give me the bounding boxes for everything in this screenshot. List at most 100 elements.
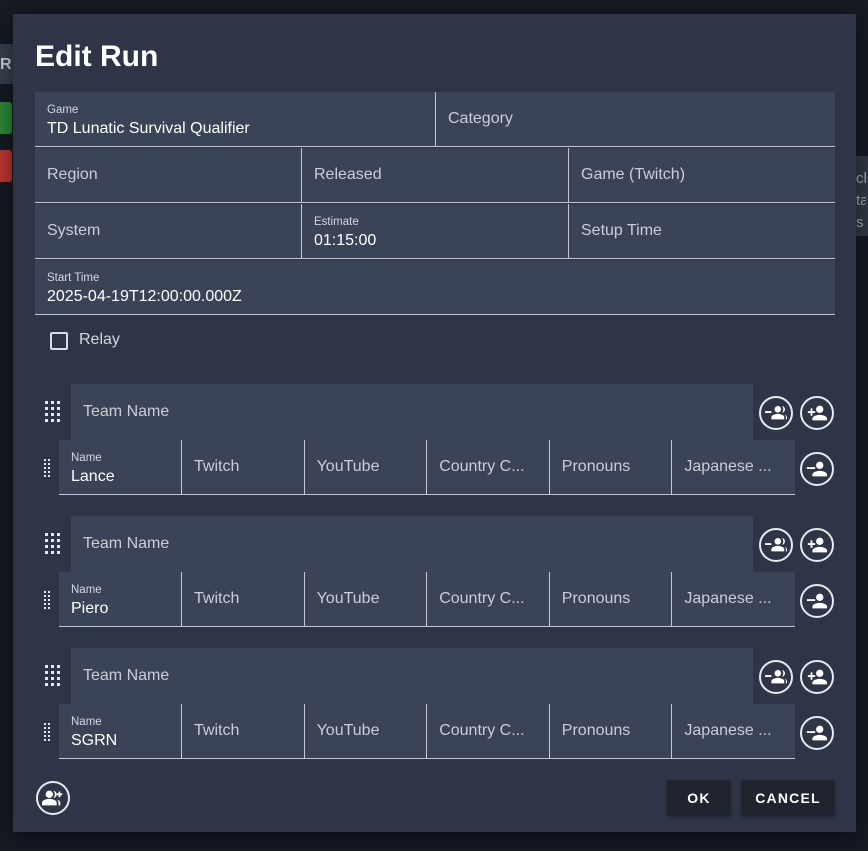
runner-country-field[interactable]: Country C...: [427, 440, 550, 495]
runner-drag-handle-icon[interactable]: [44, 723, 52, 741]
runner-drag-handle-icon[interactable]: [44, 459, 52, 477]
runner-name-field[interactable]: Name Lance: [59, 440, 182, 495]
system-field[interactable]: System: [35, 204, 302, 259]
person-add-icon: [807, 669, 828, 685]
runner-country-placeholder: Country C...: [439, 458, 525, 475]
team-drag-handle-icon[interactable]: [45, 533, 63, 555]
runner-youtube-field[interactable]: YouTube: [304, 572, 428, 627]
runner-pronouns-field[interactable]: Pronouns: [549, 440, 673, 495]
runner-pronouns-field[interactable]: Pronouns: [549, 704, 673, 759]
runner-japanese-placeholder: Japanese ...: [684, 458, 772, 475]
estimate-value: 01:15:00: [314, 232, 377, 249]
runner-japanese-field[interactable]: Japanese ...: [672, 440, 795, 495]
team-name-placeholder: Team Name: [83, 403, 170, 420]
estimate-field[interactable]: Estimate 01:15:00: [302, 204, 569, 259]
region-field[interactable]: Region: [35, 148, 302, 203]
runner-name-value: Lance: [71, 468, 115, 485]
game-value: TD Lunatic Survival Qualifier: [47, 120, 250, 137]
team-name-placeholder: Team Name: [83, 667, 170, 684]
start-time-field[interactable]: Start Time 2025-04-19T12:00:00.000Z: [35, 260, 835, 315]
runner-twitch-field[interactable]: Twitch: [182, 572, 305, 627]
runner-twitch-field[interactable]: Twitch: [182, 704, 305, 759]
runner-twitch-placeholder: Twitch: [194, 458, 240, 475]
start-time-value: 2025-04-19T12:00:00.000Z: [47, 288, 242, 305]
category-placeholder: Category: [448, 110, 513, 127]
group-remove-icon: [765, 405, 787, 420]
team-name-placeholder: Team Name: [83, 535, 170, 552]
add-team-button[interactable]: [36, 781, 70, 815]
runner-name-value: SGRN: [71, 732, 118, 749]
runner-japanese-field[interactable]: Japanese ...: [672, 704, 795, 759]
person-add-icon: [807, 537, 828, 553]
category-field[interactable]: Category: [436, 92, 835, 147]
region-placeholder: Region: [47, 166, 98, 183]
runner-japanese-field[interactable]: Japanese ...: [672, 572, 795, 627]
runner-youtube-field[interactable]: YouTube: [304, 704, 428, 759]
person-add-icon: [807, 405, 828, 421]
team-drag-handle-icon[interactable]: [45, 401, 63, 423]
person-remove-icon: [806, 725, 828, 741]
runner-japanese-placeholder: Japanese ...: [684, 590, 772, 607]
person-remove-icon: [806, 461, 828, 477]
runner-country-field[interactable]: Country C...: [427, 704, 550, 759]
setup-time-placeholder: Setup Time: [581, 222, 662, 239]
background-red-button: [0, 150, 12, 182]
runner-name-label: Name: [71, 452, 102, 464]
start-time-label: Start Time: [47, 272, 100, 284]
system-placeholder: System: [47, 222, 101, 239]
background-green-button: [0, 102, 12, 134]
team-name-field[interactable]: Team Name: [71, 384, 753, 441]
background-text: R: [0, 56, 12, 73]
remove-runner-button[interactable]: [800, 716, 834, 750]
runner-pronouns-field[interactable]: Pronouns: [549, 572, 673, 627]
add-runner-button[interactable]: [800, 396, 834, 430]
runner-name-field[interactable]: Name SGRN: [59, 704, 182, 759]
runner-twitch-field[interactable]: Twitch: [182, 440, 305, 495]
team-name-field[interactable]: Team Name: [71, 648, 753, 705]
setup-time-field[interactable]: Setup Time: [569, 204, 835, 259]
runner-youtube-placeholder: YouTube: [316, 590, 380, 607]
group-add-icon: [42, 790, 63, 806]
runner-twitch-placeholder: Twitch: [194, 722, 240, 739]
remove-runner-button[interactable]: [800, 584, 834, 618]
relay-checkbox[interactable]: [50, 332, 68, 350]
game-twitch-placeholder: Game (Twitch): [581, 166, 686, 183]
add-runner-button[interactable]: [800, 660, 834, 694]
estimate-label: Estimate: [314, 216, 359, 228]
game-label: Game: [47, 104, 79, 116]
runner-youtube-placeholder: YouTube: [316, 458, 380, 475]
group-remove-icon: [765, 537, 787, 552]
cancel-button[interactable]: CANCEL: [741, 780, 835, 815]
runner-japanese-placeholder: Japanese ...: [684, 722, 772, 739]
runner-pronouns-placeholder: Pronouns: [561, 590, 631, 607]
runner-pronouns-placeholder: Pronouns: [561, 458, 631, 475]
runner-pronouns-placeholder: Pronouns: [561, 722, 631, 739]
runner-youtube-field[interactable]: YouTube: [304, 440, 428, 495]
remove-team-button[interactable]: [759, 660, 793, 694]
team-name-field[interactable]: Team Name: [71, 516, 753, 573]
released-placeholder: Released: [314, 166, 382, 183]
runner-name-label: Name: [71, 584, 102, 596]
released-field[interactable]: Released: [302, 148, 569, 203]
game-field[interactable]: Game TD Lunatic Survival Qualifier: [35, 92, 436, 147]
runner-name-field[interactable]: Name Piero: [59, 572, 182, 627]
dialog-title: Edit Run: [35, 40, 159, 73]
remove-runner-button[interactable]: [800, 452, 834, 486]
group-remove-icon: [765, 669, 787, 684]
relay-label: Relay: [79, 331, 120, 348]
game-twitch-field[interactable]: Game (Twitch): [569, 148, 835, 203]
runner-country-field[interactable]: Country C...: [427, 572, 550, 627]
runner-country-placeholder: Country C...: [439, 590, 525, 607]
ok-button[interactable]: OK: [667, 780, 731, 815]
remove-team-button[interactable]: [759, 396, 793, 430]
person-remove-icon: [806, 593, 828, 609]
edit-run-dialog: Edit Run Game TD Lunatic Survival Qualif…: [13, 14, 856, 832]
runner-twitch-placeholder: Twitch: [194, 590, 240, 607]
team-drag-handle-icon[interactable]: [45, 665, 63, 687]
runner-name-value: Piero: [71, 600, 109, 617]
runner-youtube-placeholder: YouTube: [316, 722, 380, 739]
add-runner-button[interactable]: [800, 528, 834, 562]
runner-drag-handle-icon[interactable]: [44, 591, 52, 609]
background-side-text: ch ta s: [856, 170, 866, 231]
remove-team-button[interactable]: [759, 528, 793, 562]
